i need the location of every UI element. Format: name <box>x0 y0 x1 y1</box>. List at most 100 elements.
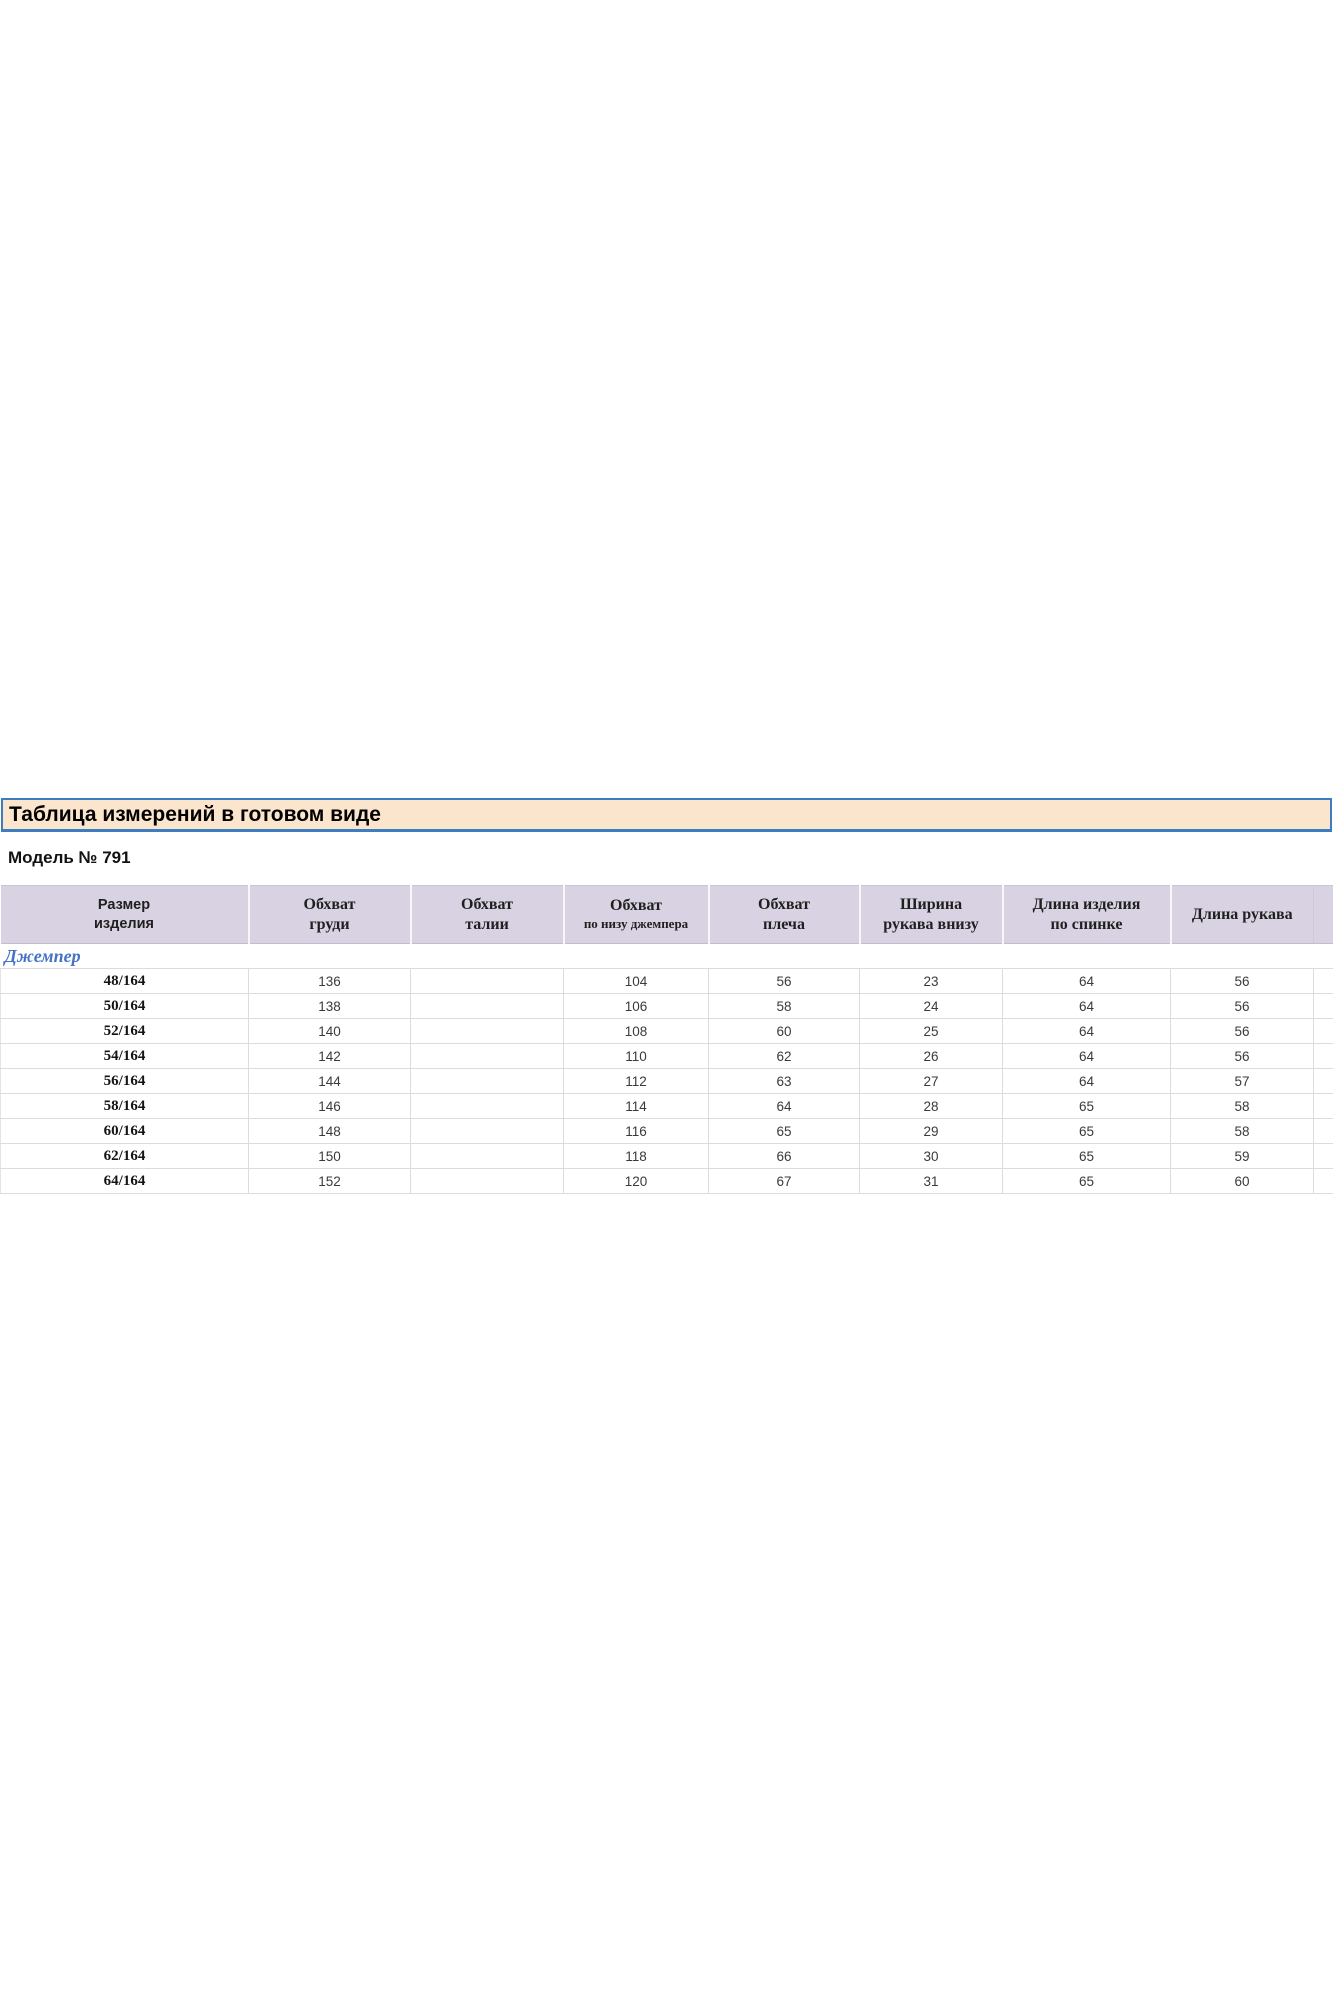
column-header-line: по спинке <box>1050 915 1123 933</box>
column-header-line: рукава внизу <box>883 915 979 933</box>
value-cell: 24 <box>859 993 1003 1019</box>
value-cell: 56 <box>1170 993 1314 1019</box>
value-cell <box>410 1093 564 1119</box>
table-row: 58/164 146 114 64 28 65 58 <box>0 1093 1333 1119</box>
table-body: Джемпер 48/164 136 104 56 23 64 56 50/164 138 106… <box>0 943 1333 1194</box>
value-cell: 63 <box>708 1068 860 1094</box>
value-cell: 136 <box>248 968 411 994</box>
value-cell: 64 <box>1002 1043 1171 1069</box>
table-row: 60/164 148 116 65 29 65 58 <box>0 1118 1333 1144</box>
value-cell: 112 <box>563 1068 709 1094</box>
value-cell: 150 <box>248 1143 411 1169</box>
size-cell: 56/164 <box>0 1068 249 1094</box>
value-cell: 29 <box>859 1118 1003 1144</box>
column-header-line: Длина рукава <box>1191 905 1293 923</box>
column-header-line: Ширина <box>899 895 963 913</box>
column-header-line: Длина изделия <box>1032 895 1141 913</box>
value-cell: 58 <box>708 993 860 1019</box>
value-cell: 30 <box>859 1143 1003 1169</box>
header-row: Размер изделия Обхват груди Обхват талии Обхва… <box>0 885 1333 944</box>
column-header-2: Обхват талии <box>409 885 564 944</box>
size-cell: 50/164 <box>0 993 249 1019</box>
value-cell: 65 <box>708 1118 860 1144</box>
value-cell: 56 <box>708 968 860 994</box>
column-header-4: Обхват плеча <box>707 885 860 944</box>
value-cell: 28 <box>859 1093 1003 1119</box>
table-row: 52/164 140 108 60 25 64 56 <box>0 1018 1333 1044</box>
model-number-label: Модель № 791 <box>8 848 131 867</box>
value-cell: 110 <box>563 1043 709 1069</box>
column-header-6: Длина изделия по спинке <box>1001 885 1171 944</box>
value-cell: 118 <box>563 1143 709 1169</box>
column-header-3: Обхват по низу джемпера <box>562 885 709 944</box>
column-header-line: плеча <box>763 915 805 933</box>
value-cell <box>410 1018 564 1044</box>
value-cell: 58 <box>1170 1093 1314 1119</box>
column-header-line: изделия <box>94 915 154 932</box>
value-cell: 152 <box>248 1168 411 1194</box>
value-cell: 106 <box>563 993 709 1019</box>
value-cell <box>410 968 564 994</box>
column-header-line: талии <box>465 915 509 933</box>
value-cell: 60 <box>708 1018 860 1044</box>
table-row: 54/164 142 110 62 26 64 56 <box>0 1043 1333 1069</box>
column-header-0: Размер изделия <box>0 885 249 944</box>
value-cell: 144 <box>248 1068 411 1094</box>
value-cell: 64 <box>1002 968 1171 994</box>
column-header-1: Обхват груди <box>247 885 411 944</box>
value-cell: 66 <box>708 1143 860 1169</box>
cutoff-cell <box>1313 1168 1333 1194</box>
value-cell: 67 <box>708 1168 860 1194</box>
table-header: Размер изделия Обхват груди Обхват талии Обхва… <box>0 885 1333 944</box>
cutoff-cell <box>1313 993 1333 1019</box>
column-header-line: груди <box>309 915 350 933</box>
cutoff-cell <box>1313 1018 1333 1044</box>
value-cell: 116 <box>563 1118 709 1144</box>
size-cell: 48/164 <box>0 968 249 994</box>
value-cell: 108 <box>563 1018 709 1044</box>
column-header-line: Обхват <box>461 895 513 913</box>
value-cell <box>410 1118 564 1144</box>
size-cell: 64/164 <box>0 1168 249 1194</box>
table-row: 50/164 138 106 58 24 64 56 <box>0 993 1333 1019</box>
column-header-5: Ширина рукава внизу <box>858 885 1003 944</box>
table-row: 62/164 150 118 66 30 65 59 <box>0 1143 1333 1169</box>
cutoff-cell <box>1313 1043 1333 1069</box>
value-cell: 114 <box>563 1093 709 1119</box>
table-row: 48/164 136 104 56 23 64 56 <box>0 968 1333 994</box>
column-header-line: Обхват <box>610 897 662 915</box>
size-cell: 62/164 <box>0 1143 249 1169</box>
value-cell: 65 <box>1002 1093 1171 1119</box>
group-label-cell: Джемпер <box>0 943 1333 969</box>
value-cell: 140 <box>248 1018 411 1044</box>
column-header-line: Обхват <box>758 895 810 913</box>
table-row: 64/164 152 120 67 31 65 60 <box>0 1168 1333 1194</box>
value-cell: 25 <box>859 1018 1003 1044</box>
column-header-cutoff <box>1313 885 1333 944</box>
value-cell: 138 <box>248 993 411 1019</box>
value-cell: 64 <box>1002 1018 1171 1044</box>
column-header-7: Длина рукава <box>1169 885 1314 944</box>
size-cell: 60/164 <box>0 1118 249 1144</box>
value-cell: 26 <box>859 1043 1003 1069</box>
cutoff-cell <box>1313 1093 1333 1119</box>
value-cell: 58 <box>1170 1118 1314 1144</box>
measurements-table: Размер изделия Обхват груди Обхват талии Обхва… <box>0 885 1333 1194</box>
value-cell: 56 <box>1170 1043 1314 1069</box>
cutoff-cell <box>1313 1118 1333 1144</box>
value-cell: 65 <box>1002 1118 1171 1144</box>
value-cell: 56 <box>1170 968 1314 994</box>
value-cell: 60 <box>1170 1168 1314 1194</box>
value-cell <box>410 1068 564 1094</box>
value-cell: 65 <box>1002 1168 1171 1194</box>
value-cell: 31 <box>859 1168 1003 1194</box>
value-cell <box>410 1168 564 1194</box>
cutoff-cell <box>1313 1143 1333 1169</box>
cutoff-cell <box>1313 1068 1333 1094</box>
group-row: Джемпер <box>0 943 1333 969</box>
value-cell: 65 <box>1002 1143 1171 1169</box>
value-cell: 148 <box>248 1118 411 1144</box>
value-cell <box>410 1043 564 1069</box>
value-cell: 62 <box>708 1043 860 1069</box>
column-header-line: по низу джемпера <box>583 916 689 932</box>
